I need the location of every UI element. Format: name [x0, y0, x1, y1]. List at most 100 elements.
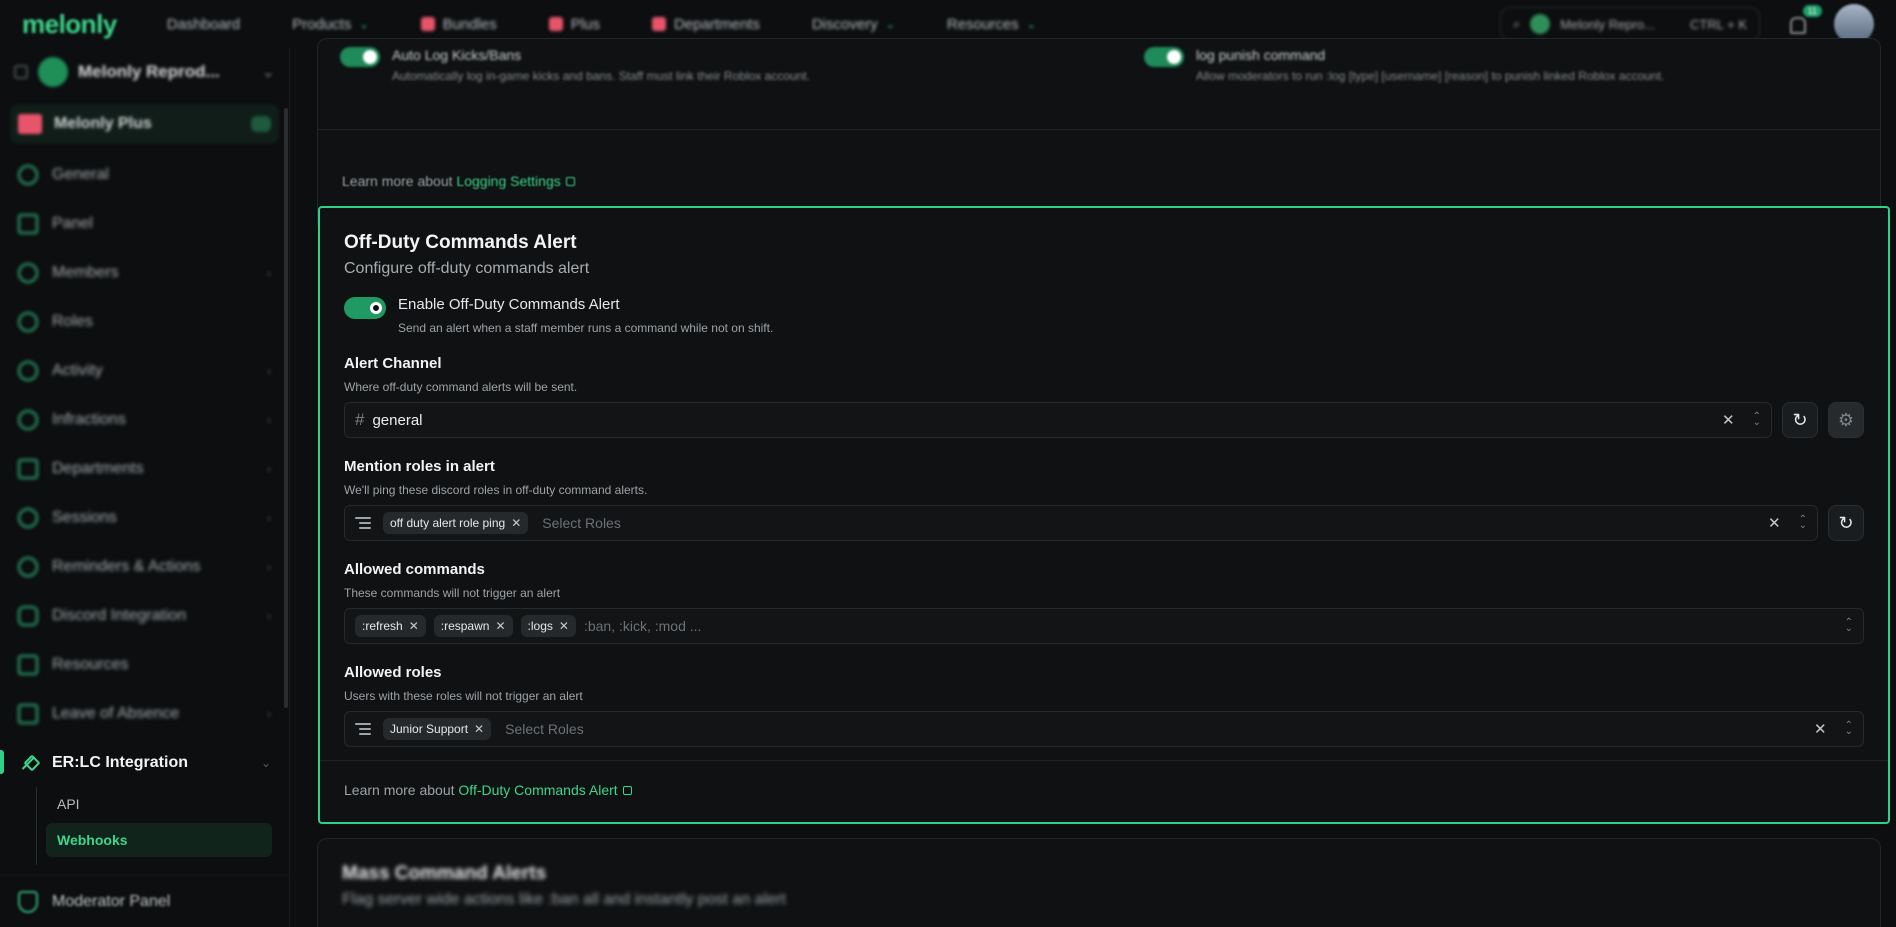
sidebar-subitem-api[interactable]: API — [46, 787, 272, 821]
nav-discovery[interactable]: Discovery ⌄ — [812, 16, 895, 33]
remove-chip-icon[interactable]: ✕ — [511, 516, 521, 530]
search-server-label: Melonly Repro... — [1560, 16, 1655, 32]
remove-chip-icon[interactable]: ✕ — [559, 619, 569, 633]
sidebar-item-moderator-panel[interactable]: Moderator Panel — [0, 875, 289, 927]
role-chip: Junior Support ✕ — [383, 718, 492, 740]
allowed-commands-placeholder: :ban, :kick, :mod ... — [583, 618, 702, 634]
nav-resources[interactable]: Resources ⌄ — [947, 16, 1036, 33]
command-chip-label: :logs — [527, 619, 553, 633]
chevron-right-icon: › — [267, 559, 271, 574]
setting-title: log punish command — [1196, 47, 1326, 63]
command-chip-label: :respawn — [440, 619, 490, 633]
sidebar-item-panel[interactable]: Panel — [0, 199, 289, 248]
sidebar-item-resources[interactable]: Resources — [0, 640, 289, 689]
chevron-down-icon: ⌄ — [260, 755, 271, 770]
off-duty-commands-alert-card: Off-Duty Commands Alert Configure off-du… — [318, 206, 1890, 824]
departments-icon — [651, 17, 666, 31]
remove-chip-icon[interactable]: ✕ — [474, 722, 484, 736]
allowed-commands-input[interactable]: :refresh ✕ :respawn ✕ :logs ✕ :ban, :kick, … — [344, 608, 1864, 644]
chevron-up-down-icon[interactable]: ⌃ ⌄ — [1753, 412, 1761, 428]
chevron-right-icon: › — [267, 510, 271, 525]
nav-dashboard[interactable]: Dashboard — [167, 16, 240, 33]
users-icon — [18, 262, 38, 283]
mention-roles-select[interactable]: off duty alert role ping ✕ Select Roles ✕… — [344, 505, 1818, 541]
plus-icon — [548, 17, 563, 31]
log-punish-toggle[interactable] — [1144, 47, 1184, 67]
sidebar-item-departments[interactable]: Departments › — [0, 444, 289, 493]
sidebar-item-activity[interactable]: Activity › — [0, 346, 289, 395]
mention-roles-placeholder: Select Roles — [542, 515, 621, 531]
sidebar-item-members[interactable]: Members › — [0, 248, 289, 297]
enable-alert-setting: Enable Off-Duty Commands Alert Send an a… — [344, 296, 1864, 335]
nav-departments[interactable]: Departments — [651, 16, 760, 33]
melonly-logo[interactable]: melonly — [22, 9, 117, 40]
mention-roles-desc: We'll ping these discord roles in off-du… — [344, 483, 648, 497]
alert-channel-label: Alert Channel — [344, 355, 442, 372]
sidebar-toggle-icon[interactable] — [14, 65, 28, 79]
file-icon — [18, 654, 38, 675]
auto-log-toggle[interactable] — [340, 47, 380, 67]
sidebar-item-label: Reminders & Actions — [52, 557, 201, 575]
alert-channel-select[interactable]: # general ✕ ⌃ ⌄ — [344, 402, 1772, 438]
setting-desc: Allow moderators to run :log [type] [use… — [1196, 69, 1665, 83]
nav-products[interactable]: Products ⌄ — [292, 16, 368, 33]
sidebar-item-leave-of-absence[interactable]: Leave of Absence › — [0, 689, 289, 738]
hash-icon: # — [355, 410, 365, 429]
sidebar: Melonly Reprod... ⌄ Melonly Plus General… — [0, 48, 290, 927]
refresh-channels-button[interactable]: ↻ — [1782, 402, 1818, 438]
sidebar-item-label: Resources — [52, 655, 129, 673]
command-chip: :respawn ✕ — [433, 615, 513, 637]
sidebar-item-label: General — [52, 165, 109, 183]
server-name: Melonly Reprod... — [78, 62, 220, 81]
sidebar-item-general[interactable]: General — [0, 150, 289, 199]
clear-icon[interactable]: ✕ — [1768, 514, 1781, 532]
sidebar-item-label: Infractions — [52, 410, 126, 428]
nav-plus[interactable]: Plus — [548, 15, 600, 33]
server-avatar — [38, 57, 68, 87]
chevron-down-icon: ⌄ — [261, 64, 275, 81]
chevron-right-icon: › — [267, 265, 271, 280]
allowed-commands-field: Allowed commands These commands will not… — [344, 561, 1864, 644]
sidebar-item-reminders[interactable]: Reminders & Actions › — [0, 542, 289, 591]
chevron-up-down-icon[interactable]: ⌃ ⌄ — [1845, 721, 1853, 737]
chevron-right-icon: › — [267, 706, 271, 721]
nav-plus-label: Plus — [570, 15, 600, 33]
building-icon — [18, 458, 38, 479]
search-input[interactable]: ⌕ Melonly Repro... CTRL + K — [1500, 7, 1760, 41]
nav-bundles[interactable]: Bundles — [420, 16, 497, 33]
role-chip: off duty alert role ping ✕ — [383, 512, 529, 534]
bundles-icon — [420, 17, 435, 31]
sidebar-item-label: ER:LC Integration — [52, 753, 188, 771]
refresh-roles-button[interactable]: ↻ — [1828, 505, 1864, 541]
server-switcher[interactable]: Melonly Reprod... ⌄ — [0, 48, 289, 96]
nav-resources-label: Resources — [946, 15, 1019, 33]
logging-settings-card: Auto Log Kicks/Bans Automatically log in… — [317, 38, 1881, 232]
enable-alert-toggle[interactable] — [344, 297, 386, 319]
sidebar-item-roles[interactable]: Roles — [0, 297, 289, 346]
chevron-up-down-icon[interactable]: ⌃ ⌄ — [1799, 515, 1807, 531]
remove-chip-icon[interactable]: ✕ — [409, 619, 419, 633]
sidebar-item-label: Members — [52, 263, 119, 281]
allowed-commands-desc: These commands will not trigger an alert — [344, 586, 561, 600]
bell-icon[interactable]: 11 — [1786, 5, 1822, 35]
setting-title: Auto Log Kicks/Bans — [392, 47, 522, 63]
sidebar-item-sessions[interactable]: Sessions › — [0, 493, 289, 542]
clear-icon[interactable]: ✕ — [1814, 720, 1827, 738]
clear-icon[interactable]: ✕ — [1722, 411, 1735, 429]
sidebar-item-melonly-plus[interactable]: Melonly Plus — [10, 104, 279, 144]
chevron-right-icon: › — [267, 608, 271, 623]
off-duty-alert-docs-link[interactable]: Off-Duty Commands Alert — [458, 782, 617, 798]
sidebar-item-discord-integration[interactable]: Discord Integration › — [0, 591, 289, 640]
learn-more-text: Learn more about Logging Settings — [342, 173, 575, 189]
refresh-icon: ↻ — [1838, 512, 1854, 533]
allowed-roles-select[interactable]: Junior Support ✕ Select Roles ✕ ⌃ ⌄ — [344, 711, 1864, 747]
sidebar-subitem-webhooks[interactable]: Webhooks — [46, 823, 272, 857]
sidebar-item-erlc-integration[interactable]: ER:LC Integration ⌄ — [0, 738, 289, 787]
chevron-right-icon: › — [267, 461, 271, 476]
search-icon: ⌕ — [1513, 16, 1521, 31]
channel-settings-button[interactable]: ⚙ — [1828, 402, 1864, 438]
sidebar-item-infractions[interactable]: Infractions › — [0, 395, 289, 444]
logging-settings-link[interactable]: Logging Settings — [456, 173, 560, 189]
remove-chip-icon[interactable]: ✕ — [495, 619, 505, 633]
chevron-up-down-icon[interactable]: ⌃ ⌄ — [1845, 618, 1853, 634]
